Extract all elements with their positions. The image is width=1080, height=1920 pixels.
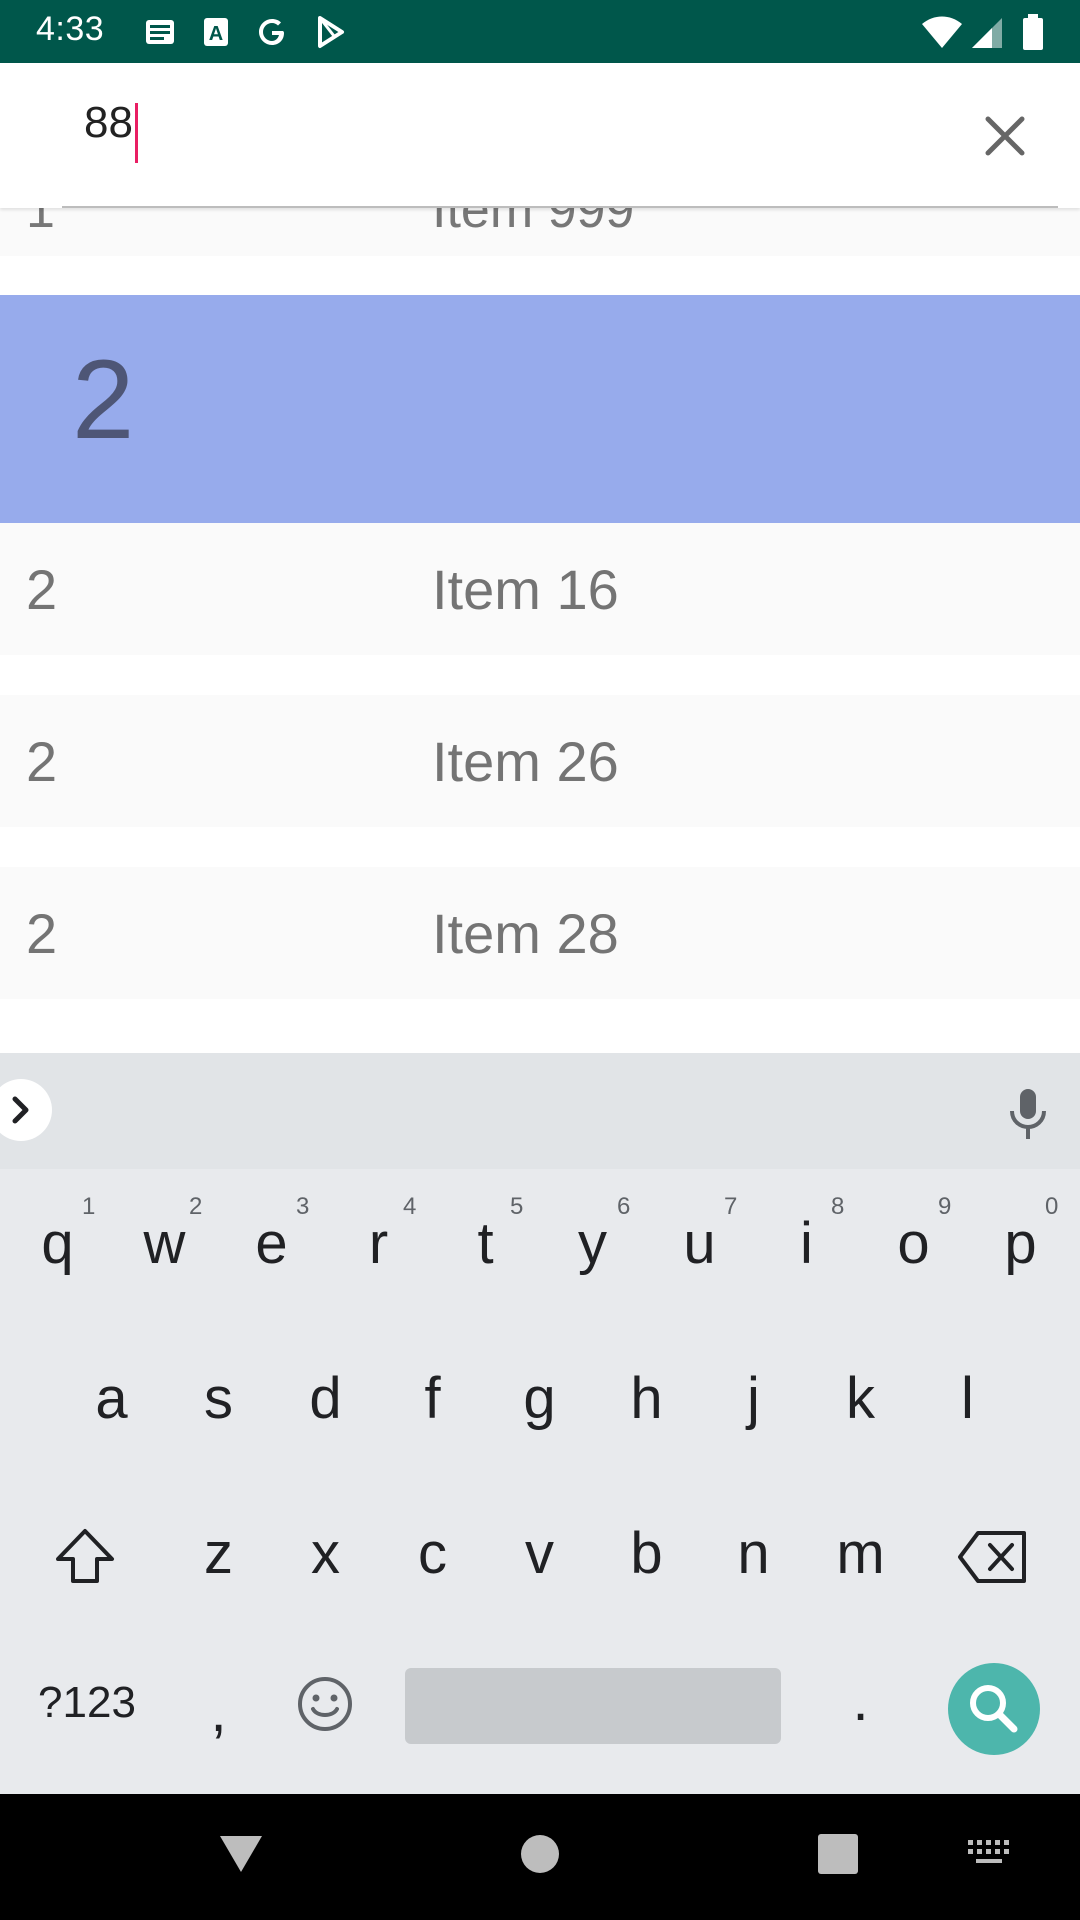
back-icon[interactable]	[216, 1828, 266, 1878]
emoji-icon[interactable]	[296, 1675, 354, 1733]
keyboard: q w e r t y u i o p 1 2 3 4 5 6 7 8 9 0 …	[0, 1053, 1080, 1794]
section-header: 2	[0, 295, 1080, 523]
item-number: 2	[26, 558, 58, 621]
keyboard-switch-icon[interactable]	[966, 1838, 1014, 1868]
text-cursor	[135, 103, 138, 163]
key-v[interactable]: v	[486, 1520, 593, 1587]
key-hint: 6	[617, 1193, 631, 1220]
key-hint: 1	[82, 1193, 96, 1220]
list-item[interactable]: 2 Item 16	[0, 523, 1080, 655]
close-icon[interactable]	[982, 113, 1028, 159]
section-header-label: 2	[72, 337, 135, 462]
key-n[interactable]: n	[700, 1520, 807, 1587]
svg-text:A: A	[209, 23, 223, 45]
item-number: 1	[26, 208, 55, 239]
play-store-icon	[318, 16, 344, 48]
item-label: Item 16	[432, 558, 619, 621]
key-g[interactable]: g	[486, 1365, 593, 1432]
wifi-icon	[922, 16, 962, 48]
navigation-bar	[0, 1794, 1080, 1920]
list-item[interactable]: 1 Item 999	[0, 208, 1080, 256]
search-underline	[62, 206, 1058, 208]
recents-icon[interactable]	[816, 1832, 860, 1876]
key-f[interactable]: f	[379, 1365, 486, 1432]
google-icon	[259, 19, 284, 45]
status-time: 4:33	[36, 10, 105, 48]
item-number: 2	[26, 730, 58, 793]
key-hint: 0	[1045, 1193, 1059, 1220]
mic-icon[interactable]	[1004, 1087, 1052, 1143]
text-format-icon: A	[204, 18, 228, 46]
key-x[interactable]: x	[272, 1520, 379, 1587]
key-s[interactable]: s	[165, 1365, 272, 1432]
period-key[interactable]: .	[807, 1667, 914, 1734]
symbols-key[interactable]: ?123	[22, 1678, 152, 1728]
results-list[interactable]: 1 Item 999 2 2 Item 16 2 Item 26 2 Item …	[0, 63, 1080, 1053]
key-hint: 8	[831, 1193, 845, 1220]
key-a[interactable]: a	[58, 1365, 165, 1432]
search-button[interactable]	[948, 1663, 1040, 1755]
search-icon	[970, 1685, 1018, 1733]
suggestion-strip	[0, 1053, 1080, 1169]
expand-toolbar-button[interactable]	[0, 1079, 52, 1141]
comma-key[interactable]: ,	[165, 1678, 272, 1745]
shift-icon[interactable]	[52, 1523, 118, 1589]
item-label: Item 26	[432, 730, 619, 793]
battery-icon	[1023, 14, 1043, 50]
key-d[interactable]: d	[272, 1365, 379, 1432]
key-hint: 7	[724, 1193, 738, 1220]
search-bar	[0, 63, 1080, 208]
list-item[interactable]: 2 Item 26	[0, 695, 1080, 827]
item-label: Item 28	[432, 902, 619, 965]
key-hint: 9	[938, 1193, 952, 1220]
key-h[interactable]: h	[593, 1365, 700, 1432]
news-icon	[146, 20, 174, 44]
search-input[interactable]	[84, 98, 884, 148]
key-hint: 5	[510, 1193, 524, 1220]
key-m[interactable]: m	[807, 1520, 914, 1587]
chevron-right-icon	[12, 1096, 29, 1124]
key-hint: 4	[403, 1193, 417, 1220]
list-item[interactable]: 2 Item 28	[0, 867, 1080, 999]
signal-icon	[972, 18, 1002, 48]
key-l[interactable]: l	[914, 1365, 1021, 1432]
backspace-icon[interactable]	[956, 1529, 1030, 1585]
key-hint: 3	[296, 1193, 310, 1220]
key-c[interactable]: c	[379, 1520, 486, 1587]
key-j[interactable]: j	[700, 1365, 807, 1432]
key-hint: 2	[189, 1193, 203, 1220]
key-z[interactable]: z	[165, 1520, 272, 1587]
space-bar[interactable]	[405, 1668, 781, 1744]
item-label: Item 999	[432, 208, 635, 239]
item-number: 2	[26, 902, 58, 965]
key-k[interactable]: k	[807, 1365, 914, 1432]
home-icon[interactable]	[518, 1832, 562, 1876]
key-b[interactable]: b	[593, 1520, 700, 1587]
status-bar: 4:33 A	[0, 0, 1080, 63]
